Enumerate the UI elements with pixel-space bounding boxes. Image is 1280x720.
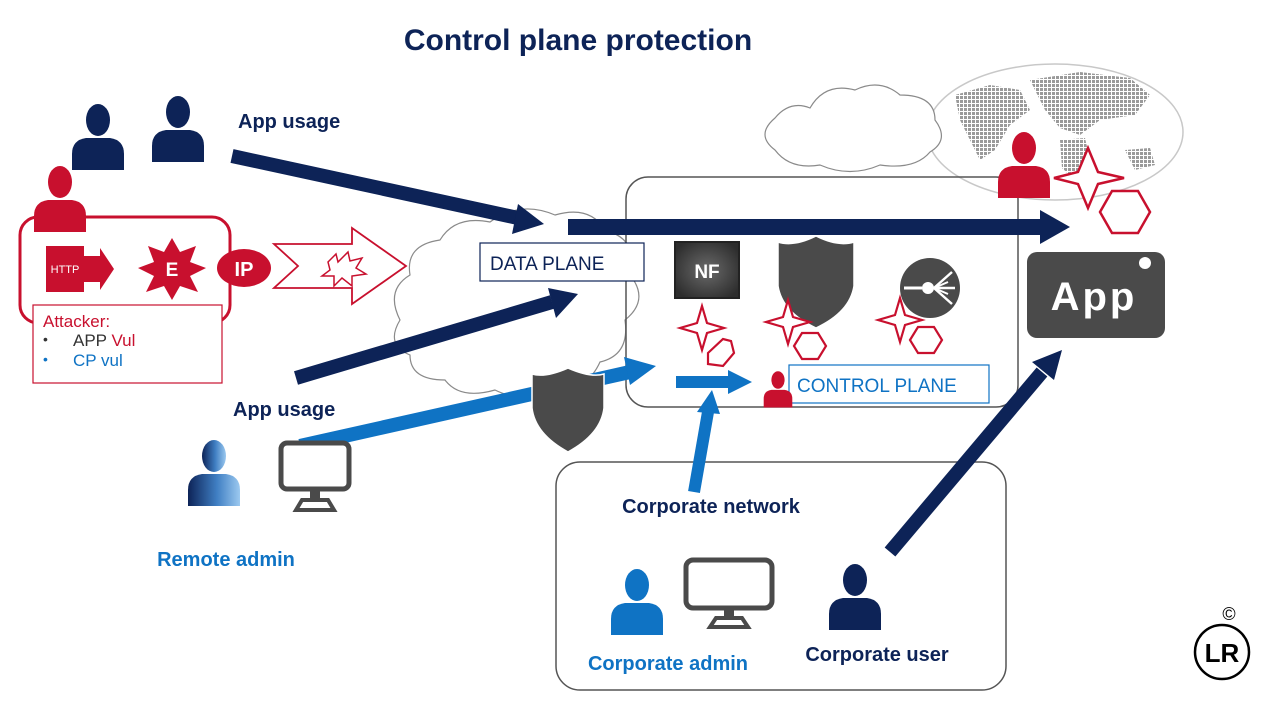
attacker-heading: Attacker: [43,312,110,331]
app-usage-top-label: App usage [238,111,340,133]
svg-text:IP: IP [235,259,254,281]
monitor-icon [278,440,352,512]
control-plane-inner-arrow [676,370,752,394]
monitor-icon [683,557,775,629]
cloud-icon [764,84,942,173]
vulnerability-hexagon-icon [1098,189,1152,235]
shield-icon [531,367,605,453]
data-plane-label: DATA PLANE [490,254,604,275]
svg-text:NF: NF [694,262,719,283]
corporate-admin-person-icon [611,569,663,635]
svg-text:HTTP: HTTP [51,264,80,276]
corporate-network-arrow [688,390,720,494]
corporate-admin-label: Corporate admin [588,653,748,675]
http-arrow-icon: HTTP [46,246,114,292]
person-icon [72,104,124,170]
control-plane-label: CONTROL PLANE [797,376,957,397]
vulnerability-hexagon-icon [908,325,944,355]
app-tile[interactable]: App [1027,252,1165,338]
app-usage-bottom-label: App usage [233,399,335,421]
attacker-person-icon [34,166,86,232]
svg-text:•: • [43,331,48,347]
globe-icon [926,63,1184,201]
attacker-person-icon [763,371,793,408]
exploit-burst-icon: E [138,238,206,300]
corporate-user-person-icon [829,564,881,630]
svg-text:LR: LR [1205,638,1240,668]
svg-text:App: App [1051,275,1138,319]
ip-badge: IP [217,249,271,287]
corporate-network-label: Corporate network [622,496,801,518]
remote-admin-label: Remote admin [157,549,295,571]
svg-text:E: E [166,260,179,281]
vulnerability-hexagon-icon [706,337,736,368]
page-title: Control plane protection [404,24,752,57]
svg-text:•: • [43,351,48,367]
remote-admin-person-icon [188,440,240,506]
lr-logo-icon: LR [1193,623,1251,681]
diagram-canvas: Control plane protection DATA PLANE CONT… [18,24,1251,691]
attacker-item-app-vul: APP Vul [73,331,135,350]
cloud-icon [393,208,640,397]
vulnerability-hexagon-icon [792,331,828,361]
corporate-user-label: Corporate user [805,644,949,666]
router-icon [900,258,960,318]
attack-arrow [271,226,408,306]
copyright-mark: © [1222,604,1235,624]
person-icon [152,96,204,162]
nf-box: NF [674,241,740,299]
attacker-item-cp-vul: CP vul [73,351,123,370]
